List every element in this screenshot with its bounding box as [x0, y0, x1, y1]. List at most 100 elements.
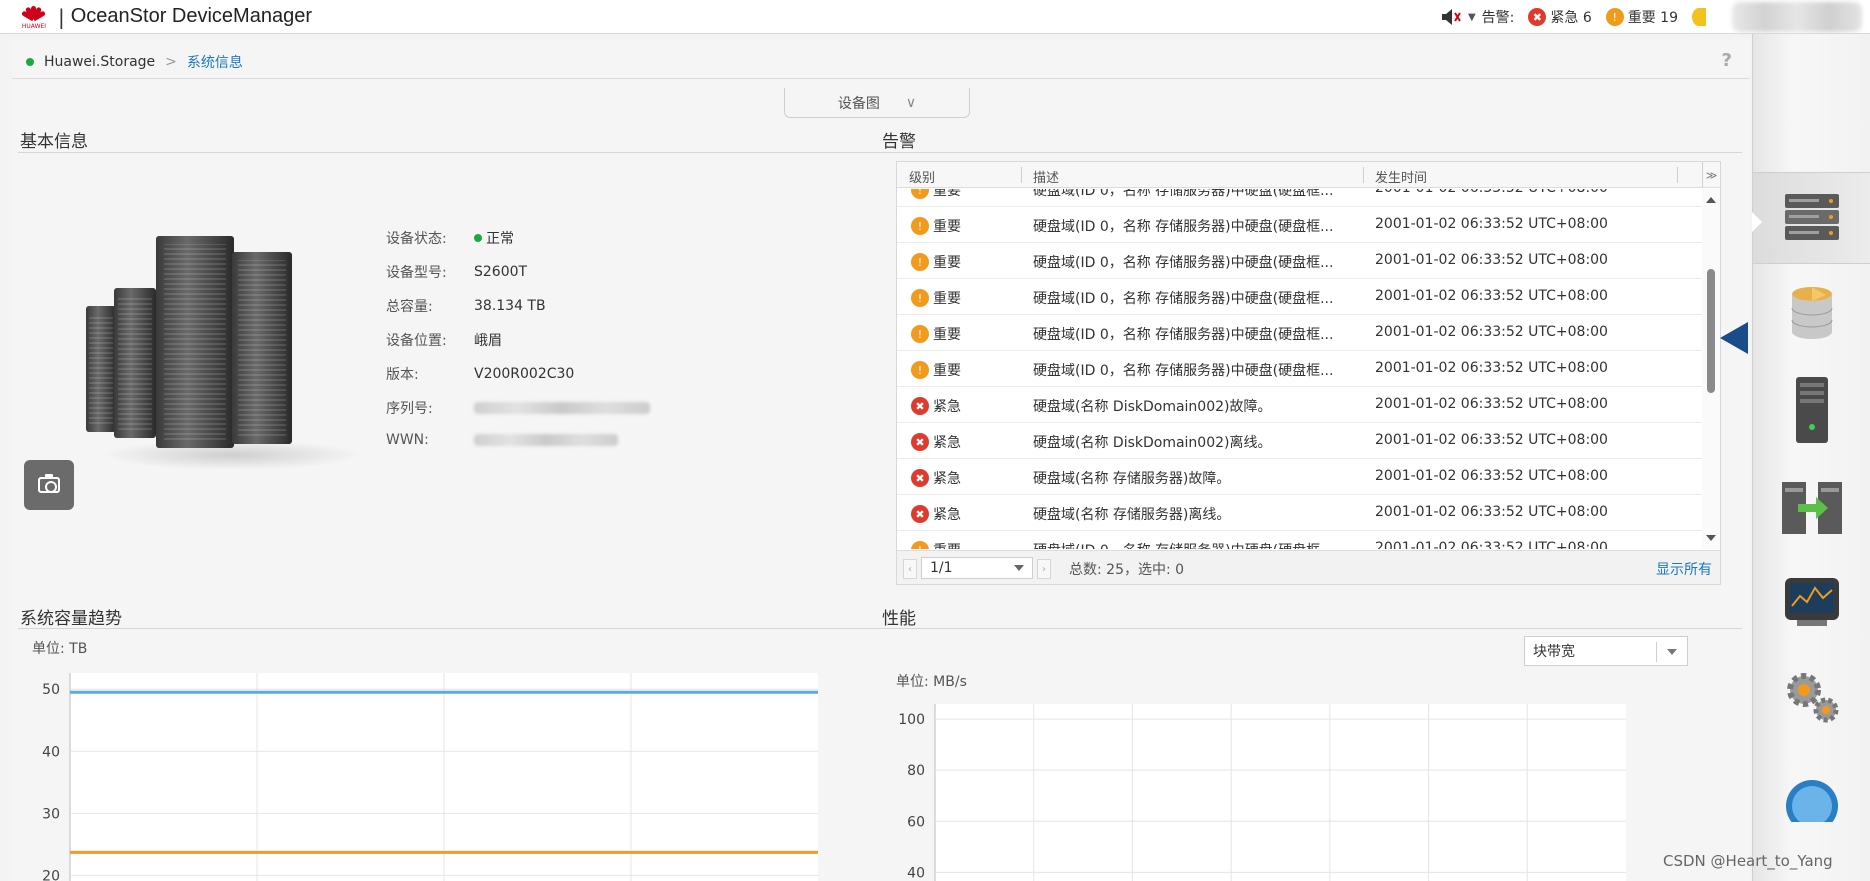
- right-navigation: [1752, 34, 1870, 881]
- next-page-button[interactable]: ›: [1037, 559, 1051, 579]
- column-header-time[interactable]: 发生时间: [1375, 167, 1427, 186]
- server-tower-icon: [1796, 377, 1828, 443]
- info-value: 峨眉: [474, 333, 502, 349]
- page-select[interactable]: 1/1: [921, 557, 1033, 579]
- alarm-table-scrollbar[interactable]: [1702, 189, 1720, 549]
- nav-help-button[interactable]: [1753, 748, 1870, 840]
- major-severity-icon: !: [911, 217, 929, 235]
- alarm-row[interactable]: !重要 硬盘域(ID 0，名称 存储服务器)中硬盘(硬盘框... 2001-01-0…: [897, 279, 1702, 315]
- alarm-row[interactable]: !重要 硬盘域(ID 0，名称 存储服务器)中硬盘(硬盘框... 2001-01-0…: [897, 189, 1702, 207]
- page-select-value: 1/1: [930, 560, 953, 576]
- alarm-description: 硬盘域(名称 DiskDomain002)故障。: [1033, 399, 1272, 415]
- info-value: 38.134 TB: [474, 298, 546, 314]
- nav-host-button[interactable]: [1753, 364, 1870, 456]
- nav-system-button[interactable]: [1753, 172, 1870, 264]
- alarm-row[interactable]: !重要 硬盘域(ID 0，名称 存储服务器)中硬盘(硬盘框... 2001-01-0…: [897, 243, 1702, 279]
- blurred-user-area: [1732, 2, 1862, 32]
- breadcrumb-home[interactable]: Huawei.Storage: [44, 54, 155, 70]
- minor-alarm-icon[interactable]: [1692, 8, 1706, 26]
- basic-info-divider: [18, 152, 884, 153]
- alarm-description: 硬盘域(ID 0，名称 存储服务器)中硬盘(硬盘框...: [1033, 189, 1334, 199]
- major-severity-icon: !: [911, 541, 929, 549]
- info-value: S2600T: [474, 264, 528, 280]
- show-all-link[interactable]: 显示所有: [1656, 559, 1712, 579]
- info-row-location: 设备位置: 峨眉: [386, 330, 502, 350]
- major-alarm-count[interactable]: ! 重要 19: [1605, 7, 1678, 27]
- alarm-row[interactable]: !重要 硬盘域(ID 0，名称 存储服务器)中硬盘(硬盘框... 2001-01-0…: [897, 351, 1702, 387]
- nav-monitor-button[interactable]: [1753, 556, 1870, 648]
- alarm-level: !重要: [911, 540, 961, 549]
- info-label: 序列号:: [386, 401, 433, 417]
- performance-metric-select[interactable]: 块带宽: [1524, 636, 1688, 666]
- critical-alarm-icon: ✖: [1528, 8, 1547, 26]
- y-tick-label: 30: [42, 806, 60, 822]
- info-row-serial: 序列号:: [386, 398, 650, 418]
- alarm-row[interactable]: !重要 硬盘域(ID 0，名称 存储服务器)中硬盘(硬盘框... 2001-01-0…: [897, 315, 1702, 351]
- alarm-level: ✖ 紧急: [911, 468, 961, 488]
- performance-section-title: 性能: [882, 609, 916, 629]
- scroll-up-icon[interactable]: [1706, 197, 1716, 203]
- critical-alarm-count[interactable]: ✖ 紧急 6: [1528, 7, 1592, 27]
- info-row-wwn: WWN:: [386, 432, 618, 448]
- alarm-row[interactable]: ✖ 紧急 硬盘域(名称 存储服务器)离线。 2001-01-02 06:33:52 U…: [897, 495, 1702, 531]
- watermark: CSDN @Heart_to_Yang: [1663, 852, 1833, 870]
- alarm-label: 告警:: [1481, 10, 1515, 26]
- capacity-section-divider: [18, 628, 884, 629]
- breadcrumb: Huawei.Storage > 系统信息: [26, 52, 243, 72]
- info-label: 设备状态:: [386, 231, 447, 247]
- column-menu-chevron-icon[interactable]: ≫: [1702, 162, 1720, 188]
- plot-area: [935, 704, 1626, 881]
- device-view-toggle[interactable]: 设备图 ∨: [784, 88, 970, 118]
- help-icon[interactable]: ?: [1722, 50, 1732, 71]
- alarm-row[interactable]: !重要 硬盘域(ID 0，名称 存储服务器)中硬盘(硬盘框... 2001-01-0…: [897, 207, 1702, 243]
- alarm-level: !重要: [911, 252, 961, 272]
- huawei-logo-icon: HUAWEI: [18, 4, 50, 30]
- previous-page-button[interactable]: ‹: [903, 559, 917, 579]
- top-bar: HUAWEI | OceanStor DeviceManager ▼ 告警: ✖…: [0, 0, 1870, 34]
- scroll-down-icon[interactable]: [1706, 535, 1716, 541]
- serial-redacted: [474, 398, 650, 418]
- nav-storage-pool-button[interactable]: [1753, 268, 1870, 360]
- nav-settings-button[interactable]: [1753, 652, 1870, 744]
- wwn-redacted: [474, 432, 618, 448]
- major-severity-icon: !: [911, 361, 929, 379]
- y-tick-label: 100: [898, 712, 925, 728]
- storage-system-icon: [1785, 194, 1839, 240]
- column-header-level[interactable]: 级别: [909, 167, 935, 186]
- alarm-table-header: 级别 描述 发生时间 ≫: [897, 162, 1720, 188]
- alarm-dropdown-icon[interactable]: ▼: [1468, 12, 1476, 23]
- scroll-thumb[interactable]: [1707, 269, 1715, 393]
- dropdown-caret-icon: [1667, 649, 1677, 655]
- speaker-icon[interactable]: [1440, 7, 1462, 27]
- column-header-description[interactable]: 描述: [1033, 167, 1059, 186]
- alarm-level: !重要: [911, 360, 961, 380]
- storage-device-image: [82, 230, 362, 470]
- alarm-level: !重要: [911, 324, 961, 344]
- alarm-level: !重要: [911, 216, 961, 236]
- performance-section-divider: [880, 628, 1742, 629]
- nav-data-protection-button[interactable]: [1753, 460, 1870, 552]
- info-value: 正常: [474, 228, 514, 248]
- alarm-row[interactable]: ✖ 紧急 硬盘域(名称 存储服务器)故障。 2001-01-02 06:33:52 U…: [897, 459, 1702, 495]
- alarm-row[interactable]: ✖ 紧急 硬盘域(名称 DiskDomain002)离线。 2001-01-02 06…: [897, 423, 1702, 459]
- alarm-description: 硬盘域(ID 0，名称 存储服务器)中硬盘(硬盘框...: [1033, 219, 1334, 235]
- alarm-description: 硬盘域(名称 DiskDomain002)离线。: [1033, 435, 1272, 451]
- critical-severity-icon: ✖: [911, 469, 929, 487]
- status-ok-icon: [474, 234, 482, 242]
- alarm-description: 硬盘域(ID 0，名称 存储服务器)中硬盘(硬盘框...: [1033, 540, 1333, 549]
- huawei-logo: HUAWEI | OceanStor DeviceManager: [0, 0, 312, 34]
- camera-button[interactable]: [24, 460, 74, 510]
- major-severity-icon: !: [911, 253, 929, 271]
- alarm-row[interactable]: ✖ 紧急 硬盘域(名称 DiskDomain002)故障。 2001-01-02 06…: [897, 387, 1702, 423]
- alarm-level: ✖ 紧急: [911, 432, 961, 452]
- mouse-cursor-icon: [1720, 322, 1748, 354]
- performance-metric-value: 块带宽: [1533, 644, 1575, 660]
- alarm-time: 2001-01-02 06:33:52 UTC+08:00: [1375, 432, 1608, 448]
- alarm-time: 2001-01-02 06:33:52 UTC+08:00: [1375, 252, 1608, 268]
- alarm-row[interactable]: !重要 硬盘域(ID 0，名称 存储服务器)中硬盘(硬盘框... 2001-01-0…: [897, 531, 1702, 549]
- alarm-description: 硬盘域(名称 存储服务器)故障。: [1033, 471, 1231, 487]
- performance-chart: 40 60 80 100: [898, 704, 1626, 881]
- info-row-model: 设备型号: S2600T: [386, 262, 527, 282]
- alarm-time: 2001-01-02 06:33:52 UTC+08:00: [1375, 540, 1608, 549]
- alarm-description: 硬盘域(名称 存储服务器)离线。: [1033, 507, 1231, 523]
